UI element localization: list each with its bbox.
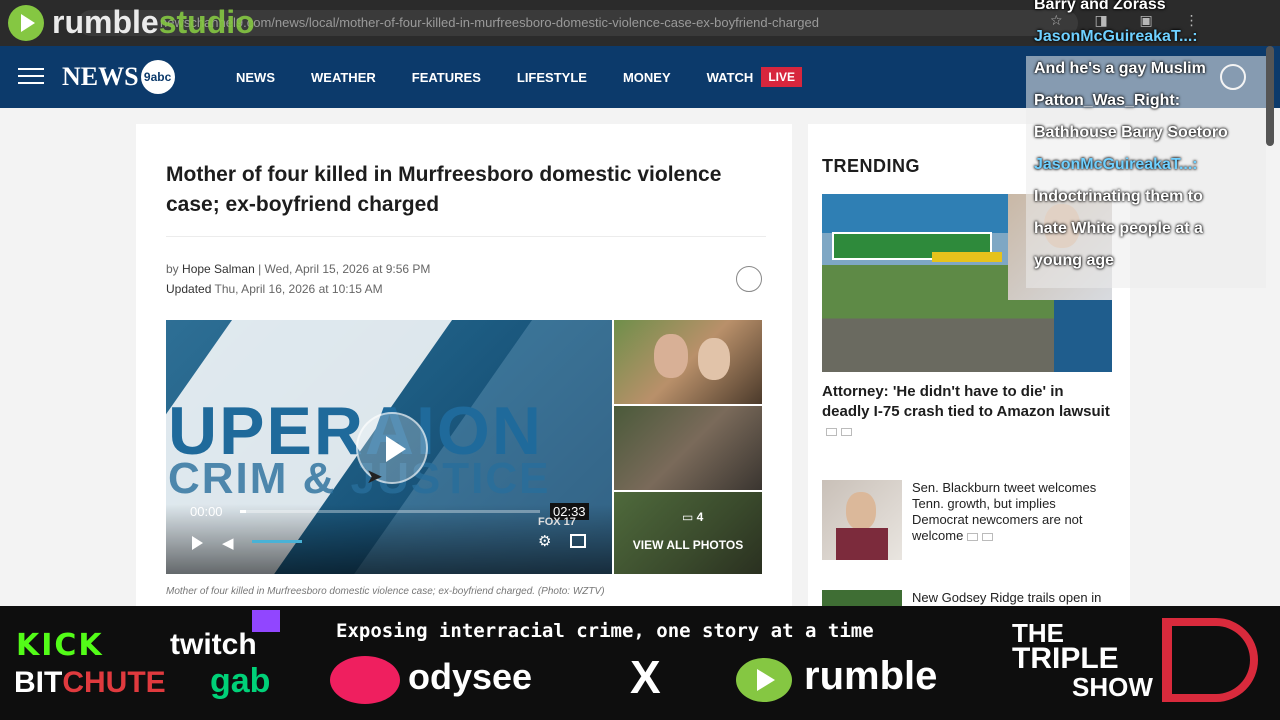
video-progress-fill bbox=[240, 510, 246, 513]
published-date: | Wed, April 15, 2026 at 9:56 PM bbox=[258, 262, 431, 276]
play-icon[interactable] bbox=[192, 536, 203, 550]
settings-gear-icon[interactable]: ⚙ bbox=[538, 532, 551, 550]
byline: by Hope Salman | Wed, April 15, 2026 at … bbox=[166, 262, 430, 276]
screen: newschannel9.com/news/local/mother-of-fo… bbox=[0, 0, 1280, 720]
chat-message: Bathhouse Barry Soetoro bbox=[1034, 124, 1228, 141]
media-icon bbox=[967, 532, 979, 541]
nav-watch[interactable]: WATCH bbox=[707, 70, 754, 90]
url-text: newschannel9.com/news/local/mother-of-fo… bbox=[160, 15, 819, 30]
volume-icon[interactable]: ◀ bbox=[222, 534, 234, 552]
nav-lifestyle[interactable]: LIFESTYLE bbox=[517, 70, 587, 90]
gallery-photo[interactable] bbox=[614, 320, 762, 404]
chat-username: JasonMcGuireakaT...: bbox=[1034, 156, 1198, 173]
trending-thumbnail[interactable] bbox=[822, 480, 902, 560]
updated-line: Updated Thu, April 16, 2026 at 10:15 AM bbox=[166, 282, 383, 296]
trending-heading: TRENDING bbox=[822, 156, 920, 176]
odysee-logo: odysee bbox=[408, 656, 533, 697]
triple-d-show-logo: THE TRIPLE SHOW bbox=[1012, 618, 1262, 708]
updated-date: Thu, April 16, 2026 at 10:15 AM bbox=[214, 282, 383, 296]
article-title: Mother of four killed in Murfreesboro do… bbox=[166, 163, 722, 216]
fullscreen-icon[interactable] bbox=[570, 534, 586, 548]
author-link[interactable]: Hope Salman bbox=[182, 262, 255, 276]
updated-label: Updated bbox=[166, 282, 212, 296]
bitchute-logo: BITCHUTE bbox=[14, 666, 166, 699]
video-icon bbox=[841, 428, 852, 437]
photo-gallery[interactable]: ▭ 4 VIEW ALL PHOTOS bbox=[614, 320, 762, 574]
logo-badge: 9abc bbox=[140, 60, 175, 94]
chat-message: young age bbox=[1034, 252, 1115, 269]
gallery-photo[interactable] bbox=[614, 492, 762, 574]
nav-menu: NEWS WEATHER FEATURES LIFESTYLE MONEY WA… bbox=[236, 67, 802, 90]
menu-icon[interactable] bbox=[18, 68, 44, 86]
mouse-cursor-icon: ➤ bbox=[366, 466, 383, 488]
x-logo-icon: X bbox=[630, 651, 661, 703]
chat-message: hate White people at a bbox=[1034, 220, 1203, 237]
volume-slider[interactable] bbox=[252, 540, 302, 543]
video-player[interactable]: UPERAION CRIM & JUSTICE ➤ 00:00 02:33 FO… bbox=[166, 320, 612, 574]
odysee-icon bbox=[330, 656, 400, 704]
trending-headline[interactable]: Sen. Blackburn tweet welcomes Tenn. grow… bbox=[912, 480, 1112, 544]
view-all-photos-link[interactable]: VIEW ALL PHOTOS bbox=[614, 538, 762, 552]
chat-message: Patton_Was_Right: bbox=[1034, 92, 1181, 109]
article-card: Mother of four killed in Murfreesboro do… bbox=[136, 124, 792, 614]
chat-message: And he's a gay Muslim bbox=[1034, 60, 1206, 77]
d-logo-icon bbox=[1162, 618, 1258, 702]
nav-money[interactable]: MONEY bbox=[623, 70, 671, 90]
nav-features[interactable]: FEATURES bbox=[412, 70, 481, 90]
photo-count: ▭ 4 bbox=[682, 510, 704, 524]
kick-logo: KICK bbox=[16, 628, 104, 663]
chat-username: JasonMcGuireakaT...: bbox=[1034, 28, 1198, 45]
channel-badge: FOX 17 bbox=[538, 516, 576, 528]
divider bbox=[166, 236, 766, 237]
video-icon bbox=[982, 532, 994, 541]
rumble-logo-icon bbox=[8, 4, 44, 41]
photo-caption: Mother of four killed in Murfreesboro do… bbox=[166, 586, 605, 597]
rumble-studio-watermark: rumblestudio bbox=[8, 4, 255, 41]
banner-tagline: Exposing interracial crime, one story at… bbox=[336, 620, 874, 642]
video-current-time: 00:00 bbox=[190, 504, 223, 519]
nav-weather[interactable]: WEATHER bbox=[311, 70, 376, 90]
trending-lead-headline[interactable]: Attorney: 'He didn't have to die' in dea… bbox=[822, 382, 1112, 442]
twitch-logo: twitch bbox=[170, 628, 257, 661]
live-badge[interactable]: LIVE bbox=[761, 67, 802, 87]
nav-news[interactable]: NEWS bbox=[236, 70, 275, 90]
site-logo[interactable]: NEWS 9abc bbox=[62, 58, 190, 96]
chat-message: Barry and Zorass bbox=[1034, 0, 1166, 13]
video-progress-bar[interactable] bbox=[240, 510, 540, 513]
media-icon bbox=[826, 428, 837, 437]
accessibility-icon[interactable] bbox=[736, 266, 762, 292]
watermark-brand: rumble bbox=[52, 4, 159, 40]
rumble-icon bbox=[736, 658, 792, 702]
gallery-photo[interactable] bbox=[614, 406, 762, 490]
watermark-suffix: studio bbox=[158, 4, 255, 40]
stream-chat-overlay: Barry and Zorass JasonMcGuireakaT...: An… bbox=[1026, 0, 1274, 290]
chat-message: Indoctrinating them to bbox=[1034, 188, 1203, 205]
logo-text: NEWS bbox=[62, 62, 139, 91]
gab-logo: gab bbox=[210, 662, 271, 700]
rumble-logo: rumble bbox=[804, 654, 938, 698]
byline-prefix: by bbox=[166, 262, 179, 276]
stream-banner: KICK twitch BITCHUTE gab Exposing interr… bbox=[0, 606, 1280, 720]
